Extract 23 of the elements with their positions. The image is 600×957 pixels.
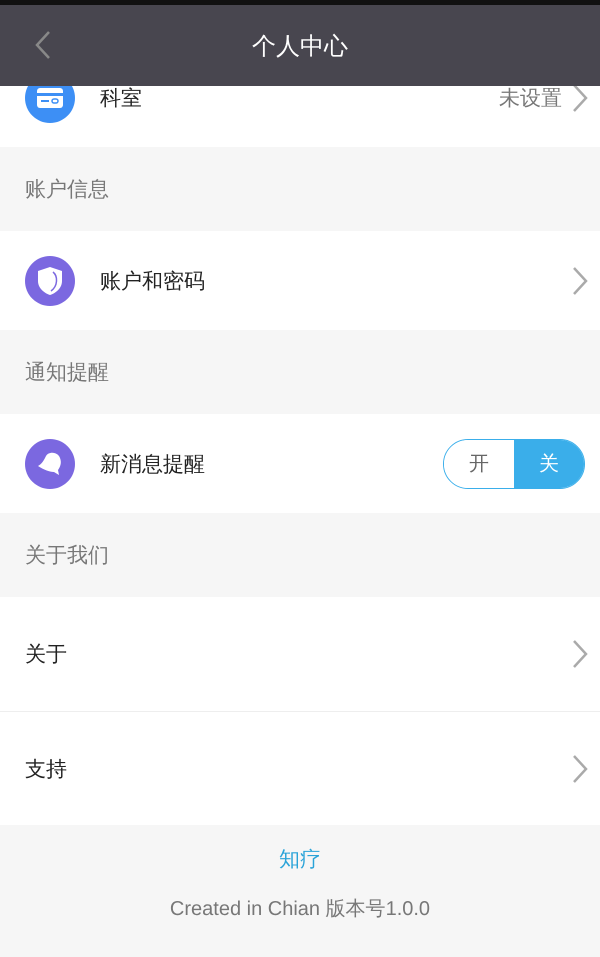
chevron-right-icon xyxy=(572,266,588,296)
page-title: 个人中心 xyxy=(252,30,348,62)
section-title: 账户信息 xyxy=(25,176,109,203)
section-title: 通知提醒 xyxy=(25,359,109,386)
back-icon xyxy=(35,30,51,60)
settings-row[interactable]: 支持 xyxy=(0,711,600,825)
card-icon xyxy=(37,88,63,108)
row-label: 支持 xyxy=(25,756,68,782)
row-label: 新消息提醒 xyxy=(100,450,206,478)
settings-row[interactable]: 新消息提醒 开 关 xyxy=(0,414,600,513)
row-label: 科室 xyxy=(100,86,143,112)
chevron-right-icon xyxy=(572,86,588,112)
chevron-right-icon xyxy=(572,754,588,784)
section-title: 关于我们 xyxy=(25,542,109,569)
settings-row[interactable]: 账户和密码 xyxy=(0,231,600,330)
row-label: 关于 xyxy=(25,641,68,668)
settings-row[interactable]: 关于 xyxy=(0,597,600,711)
shield-icon xyxy=(37,266,63,296)
row-value: 未设置 xyxy=(499,86,562,112)
settings-row[interactable]: 科室 未设置 xyxy=(0,86,600,147)
version-text: Created in Chian 版本号1.0.0 xyxy=(170,897,430,922)
row-label: 账户和密码 xyxy=(100,268,206,294)
chevron-right-icon xyxy=(572,639,588,669)
